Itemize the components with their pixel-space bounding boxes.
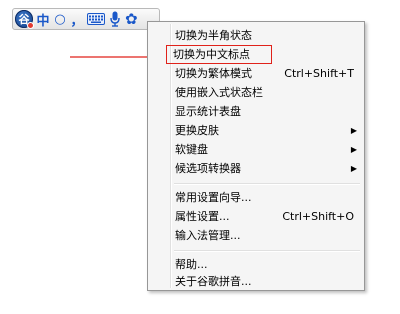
menu-item-half-width[interactable]: 切换为半角状态 xyxy=(150,26,362,45)
menu-separator xyxy=(174,250,360,252)
menu-item-label: 切换为中文标点 xyxy=(173,48,250,61)
menu-item-label: 关于谷歌拼音... xyxy=(175,275,252,288)
submenu-arrow-icon: ▶ xyxy=(350,145,357,154)
menu-item-label: 切换为繁体模式 xyxy=(175,67,252,80)
menu-item-label: 属性设置... xyxy=(175,210,230,223)
menu-item-label: 常用设置向导... xyxy=(175,191,252,204)
menu-item-traditional-mode[interactable]: 切换为繁体模式 Ctrl+Shift+T xyxy=(150,64,362,83)
menu-item-embedded-statusbar[interactable]: 使用嵌入式状态栏 xyxy=(150,83,362,102)
menu-item-candidate-converter[interactable]: 候选项转换器 ▶ xyxy=(150,159,362,178)
menu-item-ime-manager[interactable]: 输入法管理... xyxy=(150,226,362,245)
menu-item-label: 显示统计表盘 xyxy=(175,105,241,118)
menu-item-label: 使用嵌入式状态栏 xyxy=(175,86,263,99)
menu-item-about[interactable]: 关于谷歌拼音... xyxy=(150,272,362,291)
menu-item-stats-dashboard[interactable]: 显示统计表盘 xyxy=(150,102,362,121)
menu-item-label: 输入法管理... xyxy=(175,229,241,242)
menu-item-properties[interactable]: 属性设置... Ctrl+Shift+O xyxy=(150,207,362,226)
submenu-arrow-icon: ▶ xyxy=(350,164,357,173)
menu-item-change-skin[interactable]: 更换皮肤 ▶ xyxy=(150,121,362,140)
menu-item-setup-wizard[interactable]: 常用设置向导... xyxy=(150,188,362,207)
menu-item-label: 切换为半角状态 xyxy=(175,29,252,42)
menu-item-label: 候选项转换器 xyxy=(175,162,241,175)
menu-item-chinese-punctuation[interactable]: 切换为中文标点 xyxy=(166,45,272,64)
submenu-arrow-icon: ▶ xyxy=(350,126,357,135)
menu-item-soft-keyboard[interactable]: 软键盘 ▶ xyxy=(150,140,362,159)
menu-item-label: 更换皮肤 xyxy=(175,124,219,137)
menu-separator xyxy=(174,183,360,185)
menu-item-shortcut: Ctrl+Shift+O xyxy=(282,210,354,223)
menu-item-label: 软键盘 xyxy=(175,143,208,156)
menu-item-shortcut: Ctrl+Shift+T xyxy=(284,67,354,80)
ime-context-menu: 切换为半角状态 切换为中文标点 切换为繁体模式 Ctrl+Shift+T 使用嵌… xyxy=(147,21,365,291)
